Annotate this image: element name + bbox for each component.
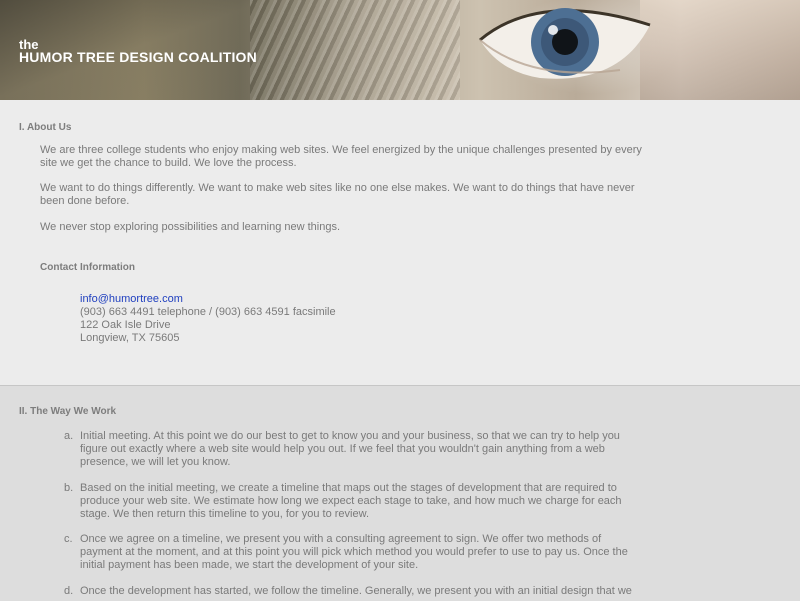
list-item: c. Once we agree on a timeline, we prese…: [64, 533, 644, 572]
contact-details: info@humortree.com (903) 663 4491 teleph…: [80, 293, 336, 345]
city-text: Longview, TX 75605: [80, 332, 180, 344]
about-section: I. About Us We are three college student…: [0, 100, 800, 385]
contact-title: Contact Information: [40, 262, 135, 273]
list-marker: d.: [64, 585, 74, 597]
list-item-text: Based on the initial meeting, we create …: [80, 482, 622, 520]
brand-name: HUMOR TREE DESIGN COALITION: [19, 49, 257, 65]
phone-text: (903) 663 4491 telephone / (903) 663 459…: [80, 306, 336, 318]
list-item: b. Based on the initial meeting, we crea…: [64, 482, 644, 521]
list-marker: a.: [64, 430, 74, 442]
work-title: II. The Way We Work: [19, 406, 117, 417]
about-paragraph-2: We want to do things differently. We wan…: [40, 182, 635, 207]
email-link[interactable]: info@humortree.com: [80, 293, 183, 305]
work-section: II. The Way We Work a. Initial meeting. …: [0, 385, 800, 601]
about-title: I. About Us: [19, 122, 72, 133]
list-item: a. Initial meeting. At this point we do …: [64, 430, 644, 469]
list-marker: c.: [64, 533, 73, 545]
site-brand[interactable]: the HUMOR TREE DESIGN COALITION: [19, 38, 257, 64]
list-item: d. Once the development has started, we …: [64, 585, 644, 598]
about-paragraph-3: We never stop exploring possibilities an…: [40, 221, 341, 233]
list-item-text: Once the development has started, we fol…: [80, 585, 632, 597]
photo-hair-texture: [250, 0, 460, 100]
list-item-text: Initial meeting. At this point we do our…: [80, 430, 620, 468]
street-text: 122 Oak Isle Drive: [80, 319, 171, 331]
eye-photo: [479, 8, 651, 79]
header-banner: the HUMOR TREE DESIGN COALITION: [0, 0, 800, 100]
list-marker: b.: [64, 482, 74, 494]
about-paragraph-1: We are three college students who enjoy …: [40, 144, 642, 169]
list-item-text: Once we agree on a timeline, we present …: [80, 533, 628, 571]
